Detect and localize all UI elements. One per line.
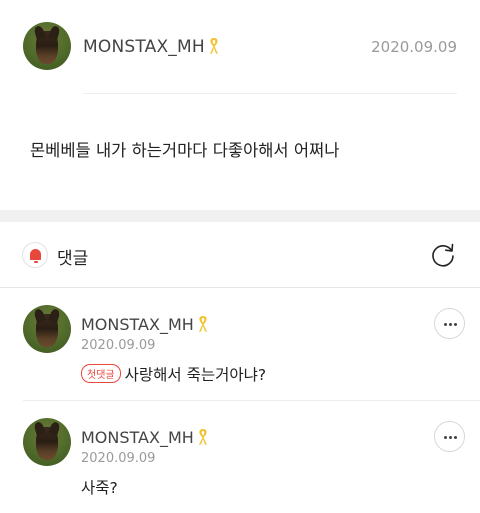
comment-author-name: MONSTAX_MH [81,315,194,334]
divider [23,400,480,401]
commenter-avatar[interactable] [23,418,71,466]
more-icon [444,436,447,439]
post-body: 몬베베들 내가 하는거마다 다좋아해서 어쩌나 [30,141,340,160]
ribbon-icon [209,38,218,54]
more-options-button[interactable] [434,308,465,339]
more-options-button[interactable] [434,421,465,452]
divider [83,93,457,94]
post-author[interactable]: MONSTAX_MH [83,37,220,57]
author-avatar[interactable] [23,22,71,70]
bell-icon[interactable] [22,242,48,268]
comment-author[interactable]: MONSTAX_MH [81,428,209,447]
comments-title: 댓글 [57,249,89,269]
comment-author[interactable]: MONSTAX_MH [81,315,209,334]
first-comment-badge: 첫댓글 [81,364,121,383]
divider [0,287,480,288]
more-icon [444,323,447,326]
ribbon-icon [198,316,207,332]
comment-text: 사랑해서 죽는거아냐? [124,366,267,384]
comment-date: 2020.09.09 [81,338,156,353]
comment-author-name: MONSTAX_MH [81,428,194,447]
post-header: MONSTAX_MH 2020.09.09 [0,0,480,95]
comment-text-row: 첫댓글 사랑해서 죽는거아냐? [81,363,266,385]
comment-text: 사죽? [81,479,118,497]
post-author-name: MONSTAX_MH [83,37,205,57]
comment-date: 2020.09.09 [81,451,156,466]
refresh-icon[interactable] [429,241,457,269]
section-separator [0,210,480,222]
commenter-avatar[interactable] [23,305,71,353]
ribbon-icon [198,429,207,445]
post-date: 2020.09.09 [371,38,457,56]
